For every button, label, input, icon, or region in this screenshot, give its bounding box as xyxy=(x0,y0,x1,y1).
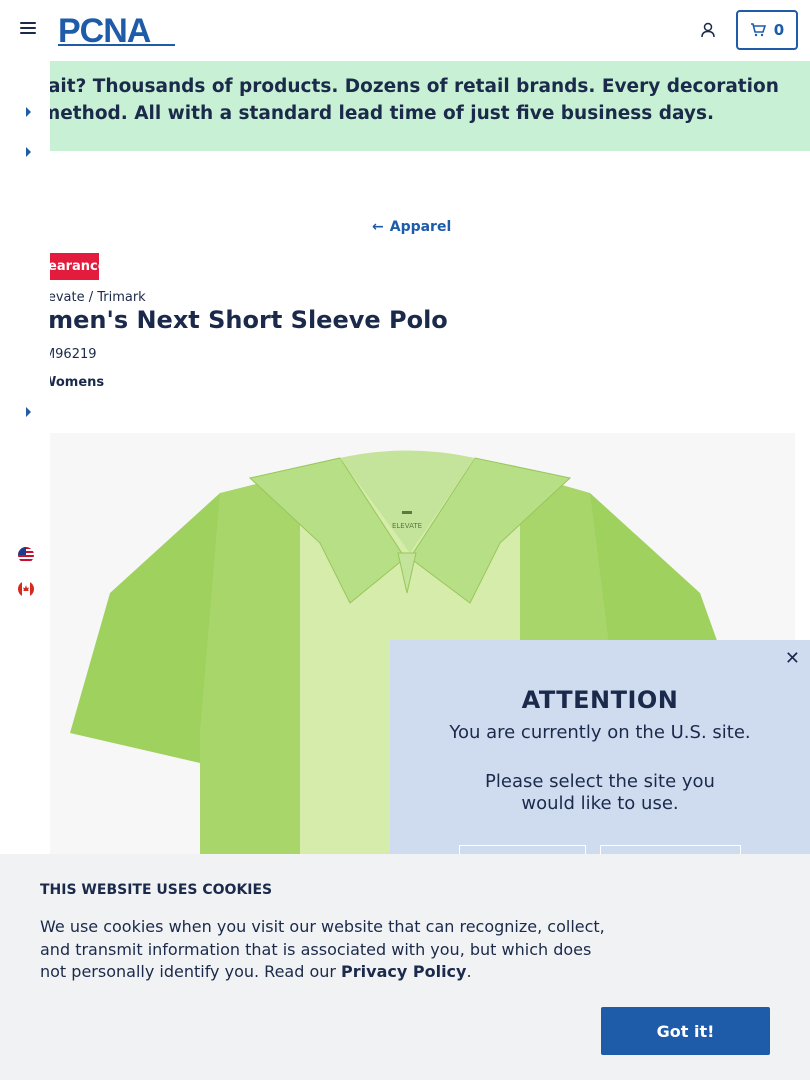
close-icon[interactable]: ✕ xyxy=(785,648,800,669)
site-header: PCNA 0 xyxy=(0,0,810,60)
product-brand[interactable]: Elevate / Trimark xyxy=(36,290,146,305)
cookie-text: We use cookies when you visit our websit… xyxy=(40,916,620,984)
product-gender: Womens xyxy=(42,375,105,390)
canada-flag-icon[interactable] xyxy=(18,581,34,597)
privacy-policy-link[interactable]: Privacy Policy xyxy=(341,962,466,981)
cart-icon xyxy=(750,23,766,37)
site-selector-modal: ✕ ATTENTION You are currently on the U.S… xyxy=(390,640,810,875)
cart-count: 0 xyxy=(773,21,785,39)
modal-current-site-text: You are currently on the U.S. site. xyxy=(449,722,751,743)
us-flag-icon[interactable] xyxy=(18,547,34,563)
svg-text:ELEVATE: ELEVATE xyxy=(392,522,422,530)
cart-button[interactable]: 0 xyxy=(736,10,798,50)
product-title: Women's Next Short Sleeve Polo xyxy=(6,306,448,334)
caret-right-icon[interactable] xyxy=(26,407,31,417)
modal-prompt-line-1: Please select the site you xyxy=(485,771,715,792)
cookie-text-end: . xyxy=(466,962,472,981)
menu-icon[interactable] xyxy=(20,22,36,36)
modal-prompt-line-2: would like to use. xyxy=(521,793,679,814)
page: PCNA 0 Why Wait? Thousands of products. … xyxy=(0,0,810,1080)
promo-banner-text: Why Wait? Thousands of products. Dozens … xyxy=(0,76,779,124)
pcna-logo[interactable]: PCNA xyxy=(58,12,178,48)
caret-right-icon[interactable] xyxy=(26,107,31,117)
back-link-label: Apparel xyxy=(389,219,452,235)
accept-cookies-button[interactable]: Got it! xyxy=(601,1007,770,1055)
modal-title: ATTENTION xyxy=(521,686,679,714)
arrow-left-icon: ← xyxy=(372,219,384,235)
cookie-title: THIS WEBSITE USES COOKIES xyxy=(40,882,273,898)
account-icon[interactable] xyxy=(698,20,718,40)
side-rail xyxy=(0,61,50,854)
promo-banner: Why Wait? Thousands of products. Dozens … xyxy=(0,61,810,151)
back-to-category-link[interactable]: ← Apparel xyxy=(372,219,451,235)
cookie-text-body: We use cookies when you visit our websit… xyxy=(40,917,605,981)
svg-text:PCNA: PCNA xyxy=(58,12,151,48)
caret-right-icon[interactable] xyxy=(26,147,31,157)
cookie-banner: THIS WEBSITE USES COOKIES We use cookies… xyxy=(0,854,810,1080)
